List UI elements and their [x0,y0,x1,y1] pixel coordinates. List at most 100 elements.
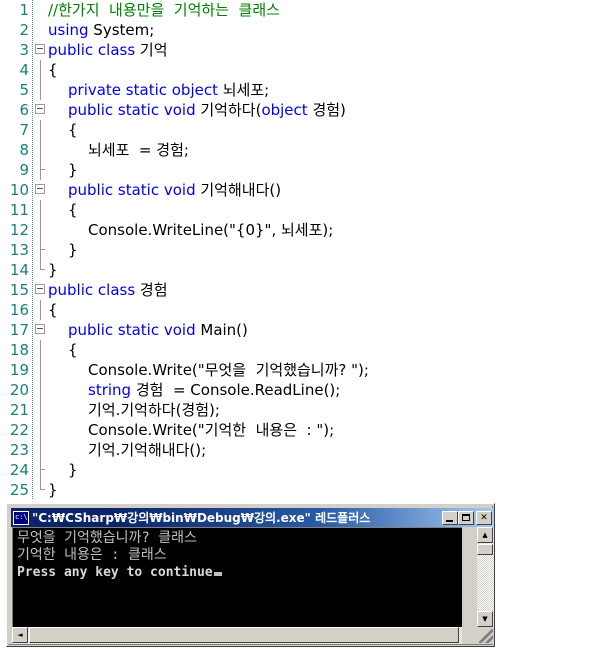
fold-column [34,80,48,100]
code-line[interactable]: 21 기억.기억하다(경험); [0,400,600,420]
console-vertical-scrollbar[interactable]: ▲ ▼ [477,527,494,627]
code-token: Main() [200,321,248,339]
fold-guide-line [40,60,41,80]
fold-collapse-icon[interactable] [35,324,45,334]
line-number: 14 [9,261,29,279]
code-token: object [261,101,313,119]
close-button[interactable]: ✕ [476,510,492,525]
code-line[interactable]: 1 //한가지 내용만을 기억하는 클래스 [0,0,600,20]
fold-column [34,100,48,120]
line-number: 6 [19,101,29,119]
gutter-separator [32,460,33,480]
minimize-button[interactable] [442,510,458,525]
code-line[interactable]: 20 string 경험 = Console.ReadLine(); [0,380,600,400]
scroll-down-button[interactable]: ▼ [477,611,493,627]
code-line[interactable]: 19 Console.Write("무엇을 기억했습니까? "); [0,360,600,380]
fold-guide-line [40,220,41,240]
code-token: public static void [68,181,201,199]
fold-column [34,40,48,60]
code-text: public static void Main() [68,320,248,340]
code-line[interactable]: 4{ [0,60,600,80]
gutter-separator [32,400,33,420]
horizontal-scroll-thumb[interactable] [29,627,459,643]
code-line[interactable]: 15 public class 경험 [0,280,600,300]
maximize-button[interactable] [458,510,474,525]
fold-column [34,160,48,180]
fold-end-marker [40,260,45,270]
code-text: { [68,200,78,220]
console-cursor [213,572,222,576]
console-output-line: 무엇을 기억했습니까? 클래스 [17,530,197,546]
code-text: using System; [48,20,154,40]
fold-collapse-icon[interactable] [35,104,45,114]
code-line[interactable]: 8 뇌세포 = 경험; [0,140,600,160]
vertical-scroll-thumb[interactable] [477,544,493,555]
code-line[interactable]: 7{ [0,120,600,140]
code-text: string 경험 = Console.ReadLine(); [88,380,340,400]
code-line[interactable]: 12 Console.WriteLine("{0}", 뇌세포); [0,220,600,240]
code-token: 기억.기억하다(경험); [88,401,220,419]
code-token: 기억하다( [200,101,262,119]
fold-column [34,180,48,200]
gutter-separator [32,220,33,240]
line-number: 15 [9,281,29,299]
code-line[interactable]: 22 Console.Write("기억한 내용은 : "); [0,420,600,440]
gutter-separator [32,480,33,500]
code-line[interactable]: 16 { [0,300,600,320]
fold-column [34,360,48,380]
code-token: 경험 = Console.ReadLine(); [135,381,341,399]
code-line[interactable]: 14} [0,260,600,280]
code-text: Console.WriteLine("{0}", 뇌세포); [88,220,333,240]
fold-collapse-icon[interactable] [35,284,45,294]
code-line[interactable]: 3 public class 기억 [0,40,600,60]
code-text: 기억.기억해내다(); [88,440,206,460]
code-line[interactable]: 17 public static void Main() [0,320,600,340]
fold-collapse-icon[interactable] [35,184,45,194]
code-line[interactable]: 18 { [0,340,600,360]
code-line[interactable]: 6 public static void 기억하다(object 경험) [0,100,600,120]
console-horizontal-scrollbar[interactable]: ◄ [12,627,462,644]
code-text: private static object 뇌세포; [68,80,269,100]
code-line[interactable]: 2 using System; [0,20,600,40]
console-app-icon [13,510,29,525]
code-line[interactable]: 11 { [0,200,600,220]
code-token: 기억.기억해내다(); [88,441,207,459]
code-line[interactable]: 24} [0,460,600,480]
line-number: 3 [19,41,29,59]
code-text: } [68,460,78,480]
scroll-left-button[interactable]: ◄ [12,627,28,643]
code-token: } [48,481,58,499]
code-line[interactable]: 10 public static void 기억해내다() [0,180,600,200]
code-editor[interactable]: 1 //한가지 내용만을 기억하는 클래스 2 using System; 3 publi… [0,0,600,500]
fold-column [34,340,48,360]
console-titlebar[interactable]: "C:₩CSharp₩강의₩bin₩Debug₩강의.exe" 레드플러스 ✕ [11,508,494,527]
scroll-up-button[interactable]: ▲ [477,527,493,543]
fold-branch-tick [40,469,45,470]
gutter-separator [32,80,33,100]
fold-column [34,440,48,460]
fold-column [34,320,48,340]
fold-collapse-icon[interactable] [35,44,45,54]
code-line[interactable]: 23 기억.기억해내다(); [0,440,600,460]
code-line[interactable]: 13} [0,240,600,260]
fold-column [34,120,48,140]
line-number: 2 [19,21,29,39]
code-token: public class [48,41,140,59]
code-text: } [48,260,58,280]
line-number: 12 [9,221,29,239]
gutter-separator [32,200,33,220]
fold-column [34,0,48,20]
code-token: Console.Write("기억한 내용은 : "); [88,421,335,439]
fold-column [34,400,48,420]
fold-guide-line [40,460,41,480]
code-line[interactable]: 25} [0,480,600,500]
code-line[interactable]: 5 private static object 뇌세포; [0,80,600,100]
console-output-line: 기억한 내용은 : 클래스 [17,547,167,563]
code-text: Console.Write("기억한 내용은 : "); [88,420,334,440]
gutter-separator [32,240,33,260]
code-text: public static void 기억해내다() [68,180,281,200]
resize-grip[interactable] [479,629,493,643]
console-window[interactable]: "C:₩CSharp₩강의₩bin₩Debug₩강의.exe" 레드플러스 ✕ … [6,503,495,647]
code-line[interactable]: 9} [0,160,600,180]
console-output-screen[interactable]: 무엇을 기억했습니까? 클래스 기억한 내용은 : 클래스 Press any … [12,527,462,627]
